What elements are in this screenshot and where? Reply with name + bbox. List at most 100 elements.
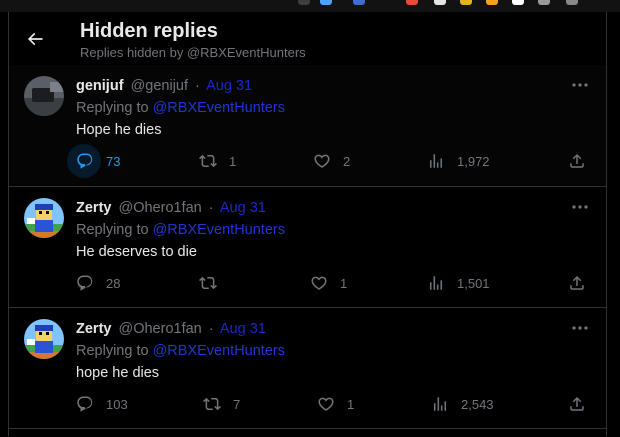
views-button[interactable]: 1,501 xyxy=(427,272,490,294)
share-button[interactable] xyxy=(568,150,586,172)
share-icon xyxy=(570,153,584,168)
replying-prefix: Replying to xyxy=(76,222,149,238)
retweet-icon xyxy=(203,397,221,411)
like-icon xyxy=(314,154,330,168)
browser-tab-icon xyxy=(434,0,446,5)
tweet-header: Zerty @Ohero1fan · Aug 31 xyxy=(76,200,266,216)
mention-link[interactable]: @RBXEventHunters xyxy=(153,100,285,116)
page-title: Hidden replies xyxy=(80,20,218,42)
retweet-button[interactable] xyxy=(199,272,229,294)
like-button[interactable]: 1 xyxy=(317,393,354,415)
browser-top-strip xyxy=(0,0,620,12)
separator: · xyxy=(195,78,200,94)
share-icon xyxy=(570,275,584,290)
browser-tab-icon xyxy=(460,0,472,5)
more-icon xyxy=(572,83,588,87)
page-subtitle: Replies hidden by @RBXEventHunters xyxy=(80,45,306,60)
share-icon xyxy=(570,396,584,411)
views-button[interactable]: 1,972 xyxy=(427,150,490,172)
separator: · xyxy=(208,200,214,216)
views-button[interactable]: 2,543 xyxy=(431,393,494,415)
more-button[interactable] xyxy=(571,320,589,336)
reply-count: 28 xyxy=(106,275,121,291)
roblox-character-avatar xyxy=(24,319,64,359)
user-handle[interactable]: @Ohero1fan xyxy=(119,321,202,337)
retweet-button[interactable]: 1 xyxy=(199,150,236,172)
tweet-item[interactable]: Zerty @Ohero1fan · Aug 31 Replying to @R… xyxy=(9,307,606,428)
browser-tab-icon xyxy=(566,0,578,5)
browser-tab-icon xyxy=(298,0,310,5)
more-icon xyxy=(572,326,588,330)
page-header: Hidden replies Replies hidden by @RBXEve… xyxy=(9,12,606,66)
tweet-actions: 103 7 1 2,543 xyxy=(9,393,606,415)
more-icon xyxy=(572,205,588,209)
arrow-left-icon xyxy=(27,32,43,46)
views-count: 1,501 xyxy=(457,275,490,291)
views-icon xyxy=(430,276,442,290)
like-button[interactable]: 2 xyxy=(313,150,350,172)
replying-to: Replying to @RBXEventHunters xyxy=(76,100,285,116)
like-count: 1 xyxy=(347,396,355,412)
replying-prefix: Replying to xyxy=(76,100,149,116)
browser-tab-icon xyxy=(512,0,524,5)
tweet-date[interactable]: Aug 31 xyxy=(220,200,266,216)
separator: · xyxy=(208,321,214,337)
avatar[interactable] xyxy=(24,198,64,238)
browser-tab-icon xyxy=(538,0,550,5)
like-icon xyxy=(311,276,327,290)
back-button[interactable] xyxy=(23,27,47,51)
like-button[interactable]: 1 xyxy=(310,272,347,294)
like-count: 1 xyxy=(340,275,348,291)
like-count: 2 xyxy=(343,153,351,169)
share-button[interactable] xyxy=(568,393,586,415)
tweet-item[interactable]: genijuf @genijuf · Aug 31 Replying to @R… xyxy=(9,65,606,185)
retweet-icon xyxy=(199,276,217,290)
avatar[interactable] xyxy=(24,319,64,359)
reply-button[interactable]: 103 xyxy=(76,393,128,415)
tweet-item[interactable]: Zerty @Ohero1fan · Aug 31 Replying to @R… xyxy=(9,186,606,307)
retweet-icon xyxy=(199,154,217,168)
mention-link[interactable]: @RBXEventHunters xyxy=(153,222,285,238)
retweet-button[interactable]: 7 xyxy=(203,393,240,415)
reply-count: 103 xyxy=(106,396,128,412)
browser-tab-icon xyxy=(406,0,418,5)
column-border-right xyxy=(606,12,607,436)
replying-prefix: Replying to xyxy=(76,343,149,359)
display-name[interactable]: Zerty xyxy=(76,200,111,216)
tweet-date[interactable]: Aug 31 xyxy=(206,78,252,94)
tweet-actions: 73 1 2 1,972 xyxy=(9,144,606,178)
like-icon xyxy=(318,397,334,411)
mention-link[interactable]: @RBXEventHunters xyxy=(153,343,285,359)
browser-tab-icon xyxy=(486,0,498,5)
display-name[interactable]: Zerty xyxy=(76,321,111,337)
replying-to: Replying to @RBXEventHunters xyxy=(76,222,285,238)
tweet-actions: 28 1 1,501 xyxy=(9,272,606,294)
more-button[interactable] xyxy=(571,199,589,215)
share-button[interactable] xyxy=(568,272,586,294)
avatar[interactable] xyxy=(24,76,64,116)
tweet-text: Hope he dies xyxy=(76,122,162,138)
views-icon xyxy=(430,154,442,168)
display-name[interactable]: genijuf xyxy=(76,78,124,94)
browser-tab-icon xyxy=(353,0,365,5)
tweet-text: He deserves to die xyxy=(76,244,197,260)
reply-icon xyxy=(77,275,93,291)
browser-tab-icon xyxy=(320,0,332,5)
reply-button[interactable]: 73 xyxy=(76,150,120,172)
reply-icon xyxy=(77,396,93,412)
replying-to: Replying to @RBXEventHunters xyxy=(76,343,285,359)
tweet-date[interactable]: Aug 31 xyxy=(220,321,266,337)
reply-icon xyxy=(77,153,93,169)
views-icon xyxy=(434,397,446,411)
views-count: 1,972 xyxy=(457,153,490,169)
user-handle[interactable]: @Ohero1fan xyxy=(119,200,202,216)
tweet-header: Zerty @Ohero1fan · Aug 31 xyxy=(76,321,266,337)
tweet-text: hope he dies xyxy=(76,365,160,381)
reply-count: 73 xyxy=(106,153,121,169)
more-button[interactable] xyxy=(571,77,589,93)
user-handle[interactable]: @genijuf xyxy=(131,78,188,94)
tweet-header: genijuf @genijuf · Aug 31 xyxy=(76,78,252,94)
views-count: 2,543 xyxy=(461,396,494,412)
retweet-count: 7 xyxy=(233,396,241,412)
reply-button[interactable]: 28 xyxy=(76,272,120,294)
